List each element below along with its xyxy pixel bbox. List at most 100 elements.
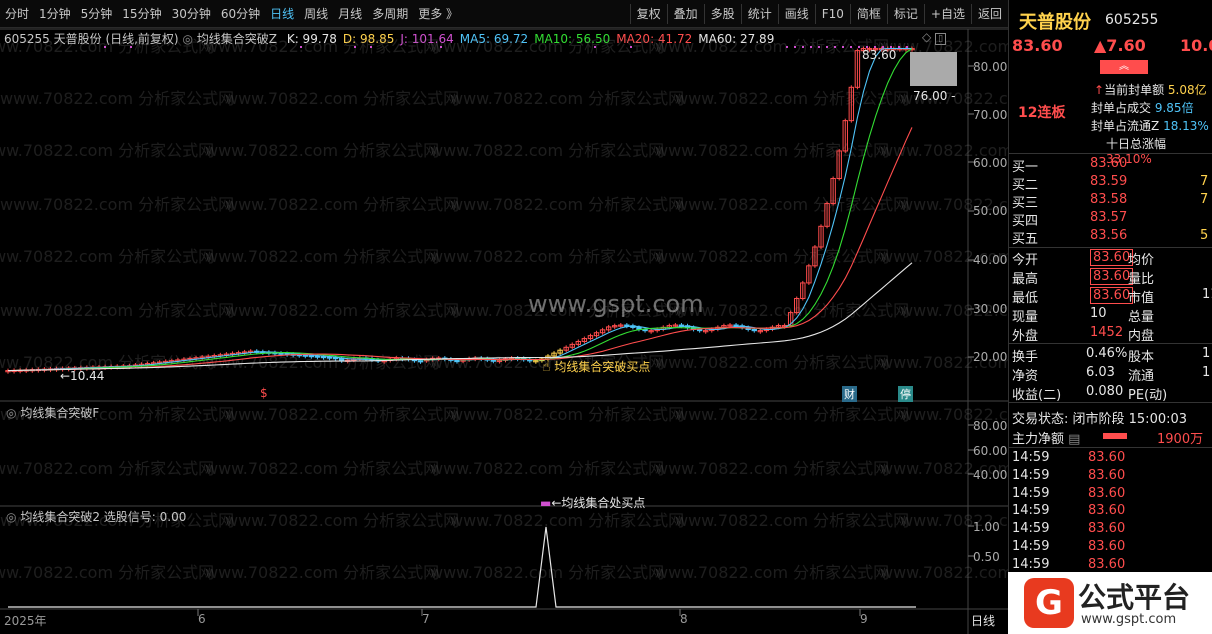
watermark-text: www.70822.com 分析家公式网 [225,301,459,320]
panel3-title[interactable]: 均线集合突破2 选股信号: 0.00 [20,510,186,524]
y-main-tick-0: 80.00 [973,60,1008,74]
stock-name: 天普股份 [1019,12,1091,33]
seal-icon: ↑ [1094,83,1105,97]
j-dot [594,46,596,48]
watermark-text: www.70822.com 分析家公式网 [450,405,684,424]
panel2-title[interactable]: 均线集合突破F [20,406,99,420]
watermark-text: www.70822.com 分析家公式网 [675,195,909,214]
j-dot [370,46,372,48]
main-flow-row: 主力净额 ▤ [1012,432,1081,447]
j-dot [834,46,836,48]
panel2-header: ◎ 均线集合突破F [6,404,99,421]
main-flow-bar [1103,433,1127,439]
candle-body [696,328,703,332]
j-dot [842,46,844,48]
watermark-text: www.70822.com 分析家公式网 [0,195,234,214]
candle-body [326,356,333,359]
watermark-text: www.70822.com 分析家公式网 [655,247,889,266]
watermark-text: www.70822.com 分析家公式网 [655,353,889,372]
stock-code: 605255 [1105,12,1159,28]
limit-streak: 12连板 [1018,105,1066,121]
j-dot [440,46,442,48]
candle-body [320,356,327,359]
j-dot [810,46,812,48]
x-label-1: 6 [198,612,206,626]
candle-body [417,360,424,363]
j-dot [794,46,796,48]
j-dot [858,46,860,48]
dividend-marker[interactable]: $ [260,386,268,400]
watermark-text: www.70822.com 分析家公式网 [450,511,684,530]
center-watermark: www.gspt.com [528,290,704,318]
watermark-text: www.70822.com 分析家公式网 [205,37,439,56]
y-main-tick-6: 20.00 [973,350,1008,364]
watermark-text: www.70822.com 分析家公式网 [430,141,664,160]
y-p2-tick-1: 60.00 [973,444,1008,458]
watermark-text: www.70822.com 分析家公式网 [450,89,684,108]
watermark-text: www.70822.com 分析家公式网 [225,89,459,108]
j-dot [300,46,302,48]
j-dot [826,46,828,48]
watermark-text: www.70822.com 分析家公式网 [0,301,234,320]
j-dot [786,46,788,48]
halt-marker[interactable]: 停 [898,386,913,402]
trade-status: 交易状态: 闭市阶段 15:00:03 [1012,412,1188,427]
last-price: 83.60 [1012,36,1063,55]
x-label-4: 9 [860,612,868,626]
watermark-text: www.70822.com 分析家公式网 [880,563,1008,582]
watermark-text: www.70822.com 分析家公式网 [675,89,909,108]
price-box [910,52,957,86]
watermark-text: www.70822.com 分析家公式网 [0,563,214,582]
seal-amount-row: ↑当前封单额 5.08亿 [1094,83,1207,97]
y-p2-tick-0: 80.00 [973,419,1008,433]
watermark-text: www.70822.com 分析家公式网 [205,247,439,266]
x-label-2: 7 [422,612,430,626]
watermark-text: www.70822.com 分析家公式网 [675,405,909,424]
low-price-label: 76.00 - [913,89,956,103]
watermark-text: www.70822.com 分析家公式网 [0,141,214,160]
period-tag[interactable]: 日线 [971,612,995,629]
finance-marker[interactable]: 财 [842,386,857,402]
y-main-tick-3: 50.00 [973,204,1008,218]
j-dot [130,46,132,48]
pct-change: 10.0 [1180,36,1212,55]
expand-icon[interactable]: ◎ [6,510,16,524]
y-main-tick-2: 60.00 [973,156,1008,170]
kline-chart[interactable]: www.70822.com 分析家公式网www.70822.com 分析家公式网… [0,0,1008,634]
j-dot [906,46,908,48]
candle-body [454,359,460,363]
buy-signal: ☝ 均线集合突破买点 [542,358,650,375]
x-label-0: 2025年 [4,614,47,628]
watermark-text: www.70822.com 分析家公式网 [205,141,439,160]
watermark-text: www.70822.com 分析家公式网 [655,37,889,56]
watermark-text: www.70822.com 分析家公式网 [430,459,664,478]
watermark-text: www.70822.com 分析家公式网 [225,195,459,214]
panel3-header: ◎ 均线集合突破2 选股信号: 0.00 [6,508,186,525]
price-change: ▲7.60 [1094,36,1146,55]
watermark-text: www.70822.com 分析家公式网 [430,247,664,266]
y-main-tick-5: 30.00 [973,302,1008,316]
panel2-signal: ▬←均线集合处买点 [540,496,646,510]
logo-g-icon: G [1024,578,1074,628]
watermark-text: www.70822.com 分析家公式网 [675,301,909,320]
main-flow-value: 1900万 [1157,432,1204,447]
watermark-text: www.70822.com 分析家公式网 [225,511,459,530]
watermark-text: www.70822.com 分析家公式网 [0,89,234,108]
watermark-text: www.70822.com 分析家公式网 [0,37,214,56]
candle-body [278,352,284,355]
candle-body [314,355,321,358]
y-p3-tick-1: 0.50 [973,550,1000,564]
grid-icon: ▤ [1068,432,1081,447]
watermark-text: www.70822.com 分析家公式网 [450,195,684,214]
candle-body [490,359,497,362]
y-p3-tick-0: 1.00 [973,520,1000,534]
j-dot [898,46,900,48]
j-dot [104,46,106,48]
brand-logo: G 公式平台 www.gspt.com [1008,572,1212,634]
candle-body [751,328,757,332]
watermark-text: www.70822.com 分析家公式网 [675,511,909,530]
watermark-text: www.70822.com 分析家公式网 [0,247,214,266]
seal-turnover-row: 封单占成交 9.85倍 [1091,101,1194,115]
expand-icon[interactable]: ◎ [6,406,16,420]
collapse-icon[interactable]: ︽ [1100,60,1148,74]
